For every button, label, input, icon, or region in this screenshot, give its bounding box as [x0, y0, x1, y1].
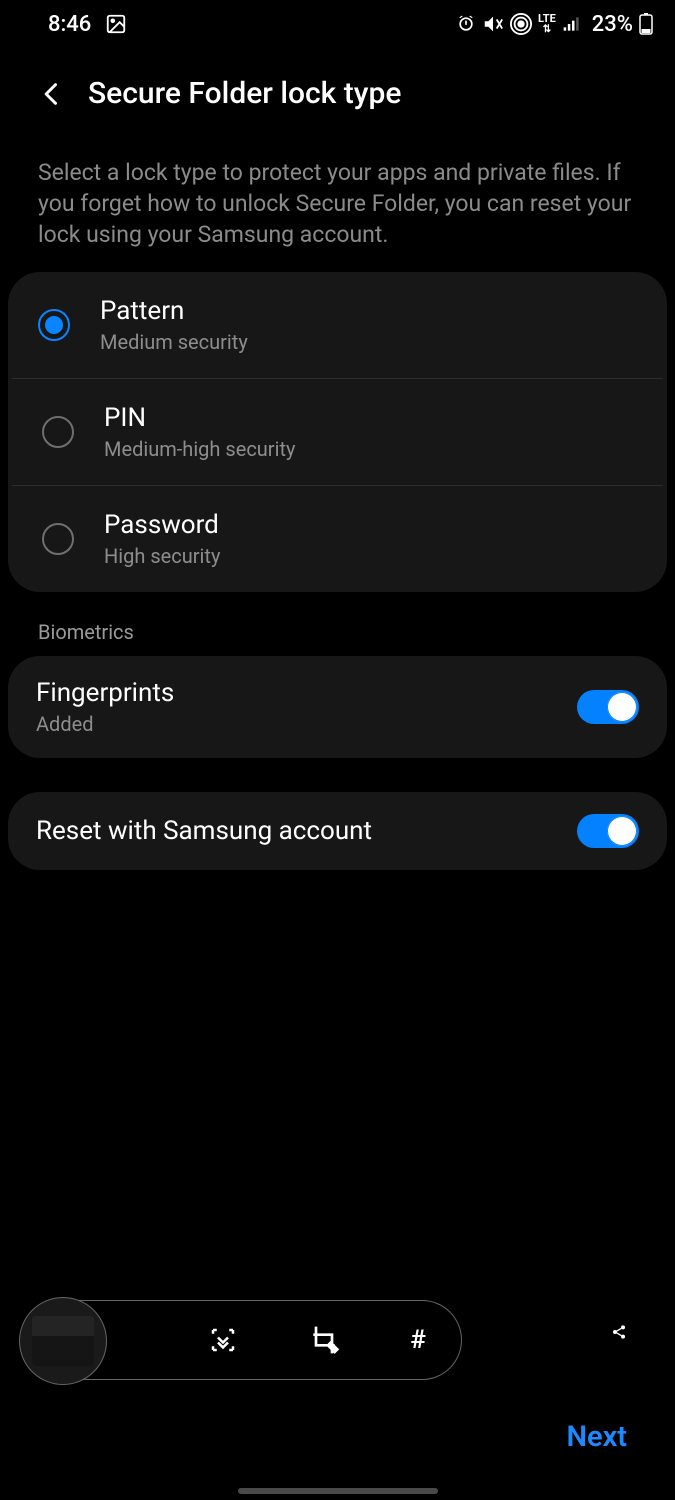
page-description: Select a lock type to protect your apps …: [0, 139, 675, 272]
fingerprints-row[interactable]: Fingerprints Added: [8, 656, 667, 758]
screenshot-thumbnail[interactable]: [19, 1297, 107, 1385]
image-icon: [105, 13, 127, 35]
hashtag-icon[interactable]: #: [410, 1325, 426, 1355]
lte-icon: LTE⇅: [538, 14, 556, 35]
lock-option-pin[interactable]: PIN Medium-high security: [12, 378, 663, 485]
scroll-capture-icon[interactable]: [208, 1325, 238, 1355]
fingerprints-sub: Added: [36, 712, 174, 736]
status-time: 8:46: [48, 12, 91, 37]
fingerprints-title: Fingerprints: [36, 678, 174, 708]
reset-title: Reset with Samsung account: [36, 816, 372, 846]
reset-samsung-row[interactable]: Reset with Samsung account: [8, 792, 667, 870]
option-title: Password: [104, 510, 220, 540]
fingerprints-switch[interactable]: [577, 690, 639, 724]
app-header: Secure Folder lock type: [0, 48, 675, 139]
signal-icon: [562, 14, 582, 34]
battery-icon: [639, 13, 653, 35]
crop-edit-icon[interactable]: [308, 1324, 340, 1356]
radio-pattern[interactable]: [38, 309, 70, 341]
option-title: Pattern: [100, 296, 248, 326]
biometrics-heading: Biometrics: [0, 592, 675, 656]
reset-switch[interactable]: [577, 814, 639, 848]
option-title: PIN: [104, 403, 295, 433]
option-sub: High security: [104, 544, 220, 568]
gesture-handle: [238, 1488, 438, 1494]
hotspot-icon: [510, 13, 532, 35]
lock-option-password[interactable]: Password High security: [12, 485, 663, 592]
back-icon[interactable]: [38, 80, 66, 108]
mute-vibrate-icon: [482, 13, 504, 35]
lock-option-pattern[interactable]: Pattern Medium security: [8, 272, 667, 378]
alarm-icon: [456, 14, 476, 34]
option-sub: Medium security: [100, 330, 248, 354]
next-button[interactable]: Next: [566, 1420, 627, 1454]
battery-percent: 23%: [592, 12, 633, 37]
option-sub: Medium-high security: [104, 437, 295, 461]
radio-password[interactable]: [42, 523, 74, 555]
status-bar: 8:46 LTE⇅ 23%: [0, 0, 675, 48]
radio-pin[interactable]: [42, 416, 74, 448]
share-icon[interactable]: [611, 1324, 627, 1345]
screenshot-toolbar: #: [22, 1300, 462, 1380]
page-title: Secure Folder lock type: [88, 76, 401, 111]
lock-type-card: Pattern Medium security PIN Medium-high …: [8, 272, 667, 592]
